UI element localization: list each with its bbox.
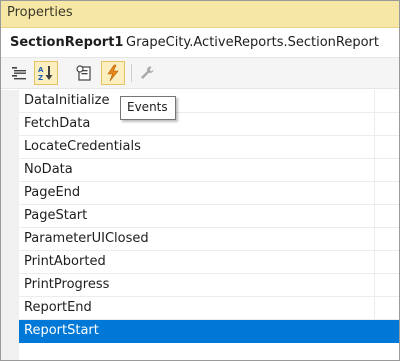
alphabetical-button[interactable]: A Z: [34, 61, 58, 85]
events-tooltip: Events: [120, 96, 176, 120]
object-name: SectionReport1: [10, 35, 124, 50]
event-row-datainitialize[interactable]: DataInitialize: [19, 90, 399, 113]
column-divider: [374, 205, 375, 228]
event-name: ReportEnd: [24, 300, 92, 315]
object-selector[interactable]: SectionReport1 GrapeCity.ActiveReports.S…: [1, 29, 399, 57]
object-type: GrapeCity.ActiveReports.SectionReport: [126, 35, 379, 50]
event-row-pageend[interactable]: PageEnd: [19, 182, 399, 205]
categorized-button[interactable]: [7, 61, 31, 85]
column-divider: [374, 113, 375, 136]
column-divider: [374, 297, 375, 320]
column-divider: [374, 182, 375, 205]
event-name: PageStart: [24, 208, 88, 223]
column-divider: [374, 90, 375, 113]
event-row-printaborted[interactable]: PrintAborted: [19, 251, 399, 274]
events-button[interactable]: [101, 61, 125, 85]
event-name: NoData: [24, 162, 73, 177]
alphabetical-sort-icon: A Z: [37, 64, 55, 82]
property-pages-button[interactable]: [135, 61, 159, 85]
event-name: PrintProgress: [24, 277, 110, 292]
column-divider: [374, 159, 375, 182]
event-row-parameteruiclosed[interactable]: ParameterUIClosed: [19, 228, 399, 251]
event-row-pagestart[interactable]: PageStart: [19, 205, 399, 228]
properties-page-button[interactable]: [72, 61, 96, 85]
event-row-printprogress[interactable]: PrintProgress: [19, 274, 399, 297]
column-divider: [374, 274, 375, 297]
svg-text:Z: Z: [38, 74, 43, 82]
properties-page-icon: [75, 64, 93, 82]
column-divider: [374, 251, 375, 274]
title-bar[interactable]: Properties: [1, 1, 399, 28]
event-name: PageEnd: [24, 185, 81, 200]
event-name: DataInitialize: [24, 93, 110, 108]
column-divider: [374, 228, 375, 251]
event-name: ReportStart: [24, 323, 99, 338]
grid-gutter: [1, 90, 19, 360]
event-name: FetchData: [24, 116, 91, 131]
wrench-icon: [139, 65, 155, 81]
svg-text:A: A: [38, 66, 44, 74]
tooltip-text: Events: [127, 100, 168, 114]
event-row-locatecredentials[interactable]: LocateCredentials: [19, 136, 399, 159]
event-row-reportstart[interactable]: ReportStart: [19, 320, 399, 343]
lightning-bolt-icon: [105, 64, 121, 82]
event-row-reportend[interactable]: ReportEnd: [19, 297, 399, 320]
toolbar-separator: [131, 64, 132, 82]
window-title: Properties: [7, 5, 73, 20]
properties-window: Properties SectionReport1 GrapeCity.Acti…: [0, 0, 400, 361]
event-row-nodata[interactable]: NoData: [19, 159, 399, 182]
categorized-icon: [11, 65, 27, 81]
events-grid: DataInitialize FetchData LocateCredentia…: [1, 90, 399, 360]
event-name: PrintAborted: [24, 254, 106, 269]
column-divider: [374, 136, 375, 159]
properties-toolbar: A Z: [1, 57, 399, 89]
event-name: LocateCredentials: [24, 139, 141, 154]
event-row-fetchdata[interactable]: FetchData: [19, 113, 399, 136]
event-name: ParameterUIClosed: [24, 231, 149, 246]
